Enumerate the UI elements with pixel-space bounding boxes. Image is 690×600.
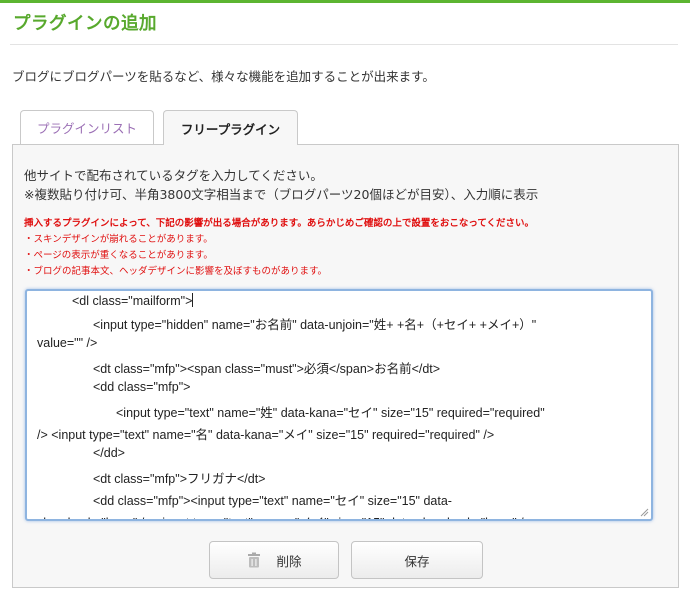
trash-icon [248, 552, 261, 568]
tab-free-plugin[interactable]: フリープラグイン [163, 110, 298, 145]
code-line: <dt class="mfp"><span class="must">必須</s… [93, 362, 441, 376]
code-line: value="" /> [37, 336, 98, 350]
page-title: プラグインの追加 [13, 14, 157, 34]
text-caret [192, 293, 194, 307]
title-divider [10, 44, 678, 45]
code-line: <dl class="mailform"> [72, 293, 194, 308]
code-line: <dt class="mfp">フリガナ</dt> [93, 472, 266, 486]
resize-grip-icon[interactable] [640, 508, 649, 517]
delete-button-label: 削除 [276, 553, 302, 569]
code-line: <dd class="mfp"> [93, 380, 191, 394]
warning-item: ・スキンデザインが崩れることがあります。 [24, 234, 213, 245]
code-line: <input type="text" name="姓" data-kana="セ… [116, 406, 545, 420]
save-button-label: 保存 [404, 553, 430, 569]
info-line: ※複数貼り付け可、半角3800文字相当まで（ブログパーツ20個ほどが目安）、入力… [24, 187, 539, 202]
delete-button[interactable]: 削除 [209, 541, 339, 579]
info-line: 他サイトで配布されているタグを入力してください。 [24, 168, 323, 183]
code-line: charcheck="kana" /> <input type="text" n… [37, 512, 531, 519]
code-line: /> <input type="text" name="名" data-kana… [37, 428, 495, 442]
save-button[interactable]: 保存 [351, 541, 483, 579]
warning-item: ・ページの表示が重くなることがあります。 [24, 250, 213, 261]
top-accent-line [0, 0, 690, 3]
code-line: <dd class="mfp"><input type="text" name=… [93, 494, 452, 508]
tab-plugin-list[interactable]: プラグインリスト [20, 110, 154, 144]
page-description: ブログにブログパーツを貼るなど、様々な機能を追加することが出来ます。 [12, 69, 435, 84]
warning-heading: 挿入するプラグインによって、下記の影響が出る場合があります。あらかじめご確認の上… [24, 218, 535, 229]
warning-item: ・ブログの記事本文、ヘッダデザインに影響を及ぼすものがあります。 [24, 266, 328, 277]
free-plugin-panel: 他サイトで配布されているタグを入力してください。 ※複数貼り付け可、半角3800… [12, 144, 679, 588]
plugin-code-textarea[interactable]: <dl class="mailform"> <input type="hidde… [25, 289, 653, 521]
code-line: </dd> [93, 446, 125, 460]
code-line: <input type="hidden" name="お名前" data-unj… [93, 318, 537, 332]
